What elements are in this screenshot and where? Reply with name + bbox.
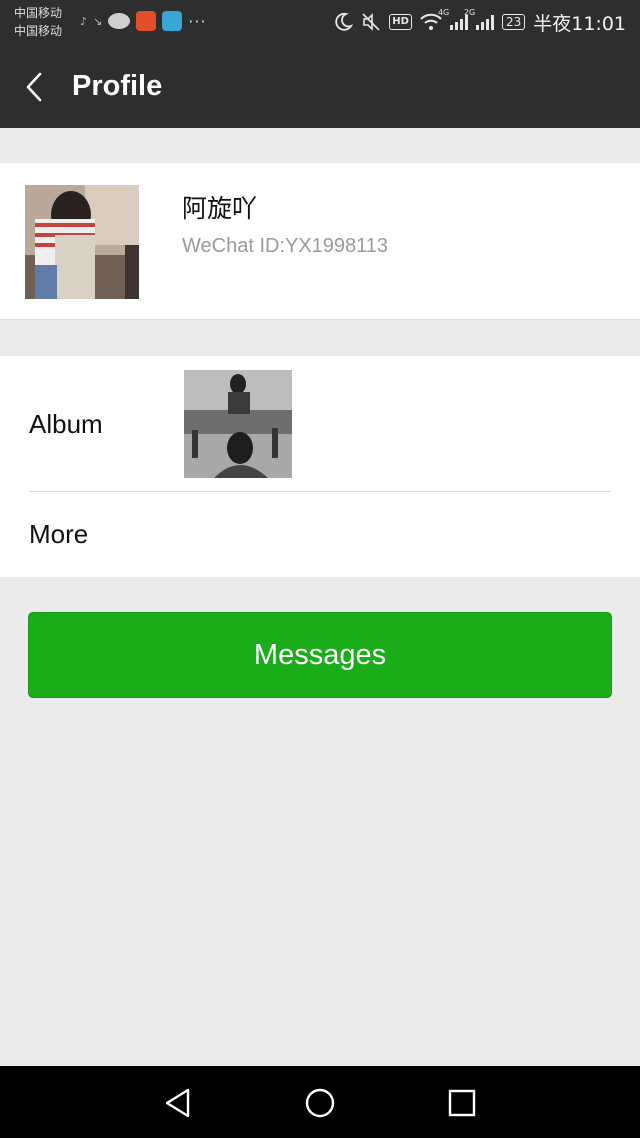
status-bar: 中国移动 中国移动 ♪ ↘ ··· HD 4G 2G 23 半夜11:01 xyxy=(0,0,640,44)
carrier-info: 中国移动 中国移动 xyxy=(14,4,62,40)
carrier-label-1: 中国移动 xyxy=(14,6,63,20)
video-app-icon xyxy=(136,11,157,31)
system-status: HD 4G 2G 23 半夜11:01 xyxy=(333,8,626,36)
tiktok-icon: ♪ xyxy=(80,14,88,28)
avatar[interactable] xyxy=(25,185,139,299)
battery-icon: 23 xyxy=(501,14,526,30)
more-notifications-icon: ··· xyxy=(188,11,207,31)
profile-name: 阿旋吖 xyxy=(182,194,258,223)
album-row[interactable]: Album xyxy=(0,356,640,491)
play-app-icon xyxy=(162,11,183,31)
navigation-bar xyxy=(0,1066,640,1138)
page-title: Profile xyxy=(72,70,163,102)
profile-card[interactable]: 阿旋吖 WeChat ID:YX1998113 xyxy=(0,163,640,320)
home-circle-icon[interactable] xyxy=(303,1086,337,1120)
missed-call-icon: ↘ xyxy=(93,14,103,28)
album-label: Album xyxy=(29,409,103,439)
chat-bubble-icon xyxy=(108,13,131,29)
title-bar: Profile xyxy=(0,44,640,128)
moon-icon xyxy=(335,12,354,31)
notification-icons: ♪ ↘ ··· xyxy=(80,10,207,32)
album-thumbnail[interactable] xyxy=(184,370,292,478)
recent-apps-icon[interactable] xyxy=(445,1086,479,1120)
more-row[interactable]: More xyxy=(0,492,640,577)
info-card: Album More xyxy=(0,356,640,577)
hd-badge: HD xyxy=(389,14,412,30)
wechat-id: WeChat ID:YX1998113 xyxy=(182,235,389,257)
mute-icon xyxy=(362,13,380,31)
signal-icon-2: 2G xyxy=(464,8,494,30)
messages-button[interactable]: Messages xyxy=(28,612,612,698)
chevron-left-icon[interactable] xyxy=(22,70,52,104)
clock: 半夜11:01 xyxy=(533,12,626,35)
carrier-label-2: 中国移动 xyxy=(14,24,63,38)
back-triangle-icon[interactable] xyxy=(161,1086,195,1120)
more-label: More xyxy=(29,519,89,549)
